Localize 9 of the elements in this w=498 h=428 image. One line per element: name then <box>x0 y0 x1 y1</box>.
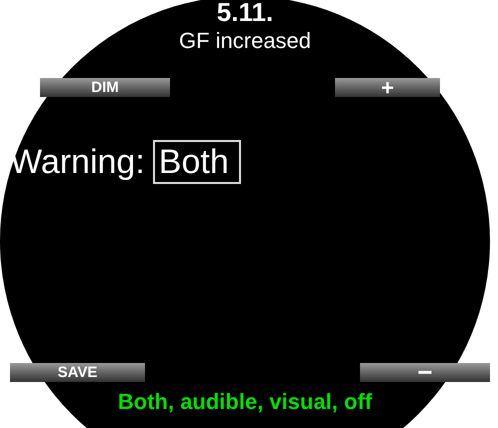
left-top-button[interactable]: DIM <box>40 78 170 97</box>
options-hint: Both, audible, visual, off <box>118 389 372 415</box>
warning-value-field[interactable]: Both <box>152 140 241 184</box>
screen-title: 5.11. <box>216 0 274 26</box>
left-bottom-button[interactable]: SAVE <box>10 363 145 382</box>
right-bottom-button[interactable]: − <box>360 363 490 382</box>
warning-label: Warning: <box>10 142 145 182</box>
screen-subtitle: GF increased <box>178 28 312 54</box>
right-top-button[interactable]: + <box>335 78 440 97</box>
